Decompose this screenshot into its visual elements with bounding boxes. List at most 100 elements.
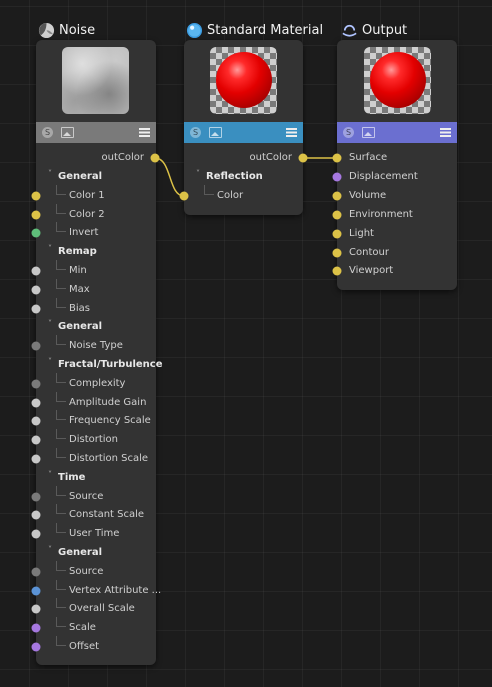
- input-port-overall-scale[interactable]: [31, 604, 41, 614]
- image-icon[interactable]: [209, 127, 222, 138]
- input-port-user-time[interactable]: [31, 529, 41, 539]
- tree-line: [56, 203, 66, 214]
- output-node[interactable]: S Surface Displacement Volume Environment Li…: [332, 40, 457, 290]
- noise-toolbar: S: [36, 122, 156, 143]
- material-outcolor-port[interactable]: [298, 153, 308, 163]
- material-preview: [210, 47, 277, 114]
- input-port-amplitude-gain[interactable]: [31, 398, 41, 408]
- param-offset: Offset: [69, 641, 100, 652]
- param-max: Max: [69, 283, 90, 295]
- tree-line: [56, 260, 66, 270]
- input-port-color-2[interactable]: [31, 210, 41, 220]
- noise-preview: [62, 47, 129, 114]
- output-toolbar: S: [337, 122, 457, 143]
- output-preview: [364, 47, 431, 114]
- input-port-bias[interactable]: [31, 304, 41, 314]
- input-port-offset[interactable]: [31, 642, 41, 652]
- input-port-source[interactable]: [31, 492, 41, 502]
- tree-line: [56, 560, 66, 571]
- shader-icon[interactable]: S: [343, 127, 354, 138]
- input-port-viewport[interactable]: [332, 266, 342, 276]
- noise-node[interactable]: S outColor ˅ General Color 1 Color 2 Invert ˅…: [31, 40, 163, 665]
- group-header-general[interactable]: General: [58, 170, 102, 184]
- param-amplitude-gain: Amplitude Gain: [69, 396, 147, 408]
- material-sphere-icon: [186, 22, 203, 38]
- input-port-volume[interactable]: [332, 191, 342, 201]
- noise-output-label: outColor: [101, 152, 145, 163]
- param-color: Color: [217, 190, 244, 201]
- tree-line: [56, 598, 66, 609]
- param-surface: Surface: [349, 152, 388, 163]
- wire-noise-to-material-color[interactable]: [154, 157, 185, 197]
- collapse-chevron-icon[interactable]: ˅: [48, 319, 52, 328]
- tree-line: [56, 448, 66, 458]
- tree-line: [56, 429, 66, 440]
- material-output-label: outColor: [249, 152, 293, 163]
- material-node-title[interactable]: Standard Material: [186, 20, 323, 40]
- input-port-max[interactable]: [31, 285, 41, 295]
- input-port-frequency-scale[interactable]: [31, 416, 41, 426]
- input-port-distortion[interactable]: [31, 435, 41, 445]
- shader-icon[interactable]: S: [190, 127, 201, 138]
- input-port-light[interactable]: [332, 229, 342, 239]
- input-port-invert[interactable]: [31, 228, 41, 238]
- param-constant-scale: Constant Scale: [69, 509, 145, 521]
- image-icon[interactable]: [362, 127, 375, 138]
- param-color-1: Color 1: [69, 189, 105, 201]
- group-header-time[interactable]: Time: [58, 471, 85, 485]
- output-node-title[interactable]: Output: [341, 20, 407, 40]
- param-source: Source: [69, 490, 104, 502]
- param-source: Source: [69, 565, 104, 577]
- collapse-chevron-icon[interactable]: ˅: [48, 169, 52, 178]
- tree-line: [56, 184, 66, 195]
- input-port-scale[interactable]: [31, 623, 41, 633]
- input-port-constant-scale[interactable]: [31, 510, 41, 520]
- output-title-label: Output: [362, 22, 408, 38]
- tree-line: [56, 636, 66, 646]
- collapse-chevron-icon[interactable]: ˅: [48, 244, 52, 253]
- input-port-source[interactable]: [31, 567, 41, 577]
- collapse-chevron-icon[interactable]: ˅: [48, 470, 52, 479]
- tree-line: [56, 617, 66, 628]
- param-min: Min: [69, 265, 87, 276]
- shader-icon[interactable]: S: [42, 127, 53, 138]
- noise-node-title[interactable]: Noise: [38, 20, 95, 40]
- tree-line: [56, 579, 66, 590]
- menu-icon[interactable]: [139, 128, 150, 137]
- group-header-reflection[interactable]: Reflection: [206, 170, 263, 184]
- group-header-general[interactable]: General: [58, 320, 102, 334]
- param-bias: Bias: [69, 302, 90, 314]
- input-port-vertex-attribute[interactable]: [31, 586, 41, 596]
- input-port-color-1[interactable]: [31, 191, 41, 201]
- input-port-complexity[interactable]: [31, 379, 41, 389]
- image-icon[interactable]: [61, 127, 74, 138]
- group-header-general[interactable]: General: [58, 546, 102, 560]
- input-port-surface[interactable]: [332, 153, 342, 163]
- collapse-chevron-icon[interactable]: ˅: [48, 545, 52, 554]
- tree-line: [56, 297, 66, 308]
- param-distortion-scale: Distortion Scale: [69, 453, 149, 464]
- param-volume: Volume: [349, 189, 387, 201]
- param-displacement: Displacement: [349, 170, 418, 182]
- input-port-color[interactable]: [179, 191, 189, 201]
- input-port-min[interactable]: [31, 266, 41, 276]
- input-port-distortion-scale[interactable]: [31, 454, 41, 464]
- input-port-environment[interactable]: [332, 210, 342, 220]
- menu-icon[interactable]: [286, 128, 297, 137]
- input-port-displacement[interactable]: [332, 172, 342, 182]
- input-port-contour[interactable]: [332, 248, 342, 257]
- material-title-label: Standard Material: [207, 22, 324, 38]
- collapse-chevron-icon[interactable]: ˅: [196, 169, 200, 178]
- noise-title-label: Noise: [59, 22, 96, 38]
- tree-line: [56, 485, 66, 496]
- material-toolbar: S: [184, 122, 303, 143]
- menu-icon[interactable]: [440, 128, 451, 137]
- tree-line: [56, 278, 66, 289]
- material-node[interactable]: S outColor ˅ Reflection Color: [179, 40, 303, 215]
- group-header-fractal-turbulence[interactable]: Fractal/Turbulence: [58, 358, 163, 372]
- group-header-remap[interactable]: Remap: [58, 245, 97, 259]
- noise-outcolor-port[interactable]: [150, 153, 160, 163]
- output-icon: [342, 24, 357, 37]
- collapse-chevron-icon[interactable]: ˅: [48, 357, 52, 366]
- input-port-noise-type[interactable]: [31, 341, 41, 351]
